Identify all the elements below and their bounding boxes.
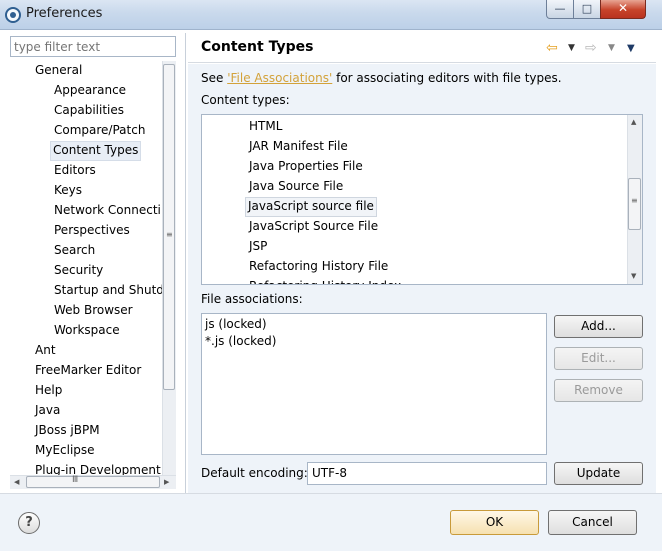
scroll-right-icon[interactable]: ▶	[164, 478, 169, 486]
tree-item-security[interactable]: Security	[52, 261, 105, 279]
preference-tree: General Appearance Capabilities Compare/…	[10, 61, 162, 478]
update-button[interactable]: Update	[554, 462, 643, 485]
window-title: Preferences	[26, 6, 103, 21]
remove-button[interactable]: Remove	[554, 379, 643, 402]
back-dropdown-icon[interactable]: ▼	[568, 43, 575, 53]
tree-item-myeclipse[interactable]: MyEclipse	[33, 441, 97, 459]
file-associations-hint: See 'File Associations' for associating …	[201, 71, 562, 85]
tree-item-freemarker-editor[interactable]: FreeMarker Editor	[33, 361, 143, 379]
edit-button[interactable]: Edit...	[554, 347, 643, 370]
tree-item-web-browser[interactable]: Web Browser	[52, 301, 135, 319]
cancel-button[interactable]: Cancel	[548, 510, 637, 535]
tree-item-jboss-jbpm[interactable]: JBoss jBPM	[33, 421, 102, 439]
forward-arrow-icon[interactable]: ⇨	[585, 40, 597, 56]
minimize-button[interactable]: —	[546, 0, 574, 19]
tree-item-compare-patch[interactable]: Compare/Patch	[52, 121, 147, 139]
forward-dropdown-icon[interactable]: ▼	[608, 43, 615, 53]
tree-item-network-connections[interactable]: Network Connecti	[52, 201, 162, 219]
help-icon[interactable]: ?	[18, 512, 40, 534]
tree-item-capabilities[interactable]: Capabilities	[52, 101, 126, 119]
tree-item-help[interactable]: Help	[33, 381, 64, 399]
tree-item-perspectives[interactable]: Perspectives	[52, 221, 132, 239]
add-button[interactable]: Add...	[554, 315, 643, 338]
maximize-button[interactable]: □	[573, 0, 601, 19]
scroll-up-icon[interactable]: ▲	[631, 118, 636, 126]
file-association-item[interactable]: js (locked)	[205, 316, 267, 333]
tree-item-ant[interactable]: Ant	[33, 341, 58, 359]
scroll-down-icon[interactable]: ▼	[631, 272, 636, 280]
hint-suffix: for associating editors with file types.	[332, 71, 562, 85]
content-type-item[interactable]: Refactoring History File	[247, 257, 390, 275]
file-associations-link[interactable]: 'File Associations'	[227, 71, 332, 85]
content-types-label: Content types:	[201, 93, 290, 107]
tree-item-workspace[interactable]: Workspace	[52, 321, 122, 339]
content-type-item[interactable]: JAR Manifest File	[247, 137, 350, 155]
content-type-item[interactable]: Java Properties File	[247, 157, 365, 175]
page-title: Content Types	[201, 39, 314, 55]
content-type-item-selected[interactable]: JavaScript source file	[245, 197, 377, 217]
filter-input[interactable]	[10, 36, 176, 57]
grip-icon: Ⅲ	[72, 475, 79, 485]
grip-icon: ≡	[166, 230, 173, 239]
ok-button[interactable]: OK	[450, 510, 539, 535]
tree-horizontal-scroll-thumb[interactable]	[26, 476, 160, 488]
tree-item-search[interactable]: Search	[52, 241, 97, 259]
close-button[interactable]: ✕	[600, 0, 646, 19]
tree-item-editors[interactable]: Editors	[52, 161, 98, 179]
file-association-item[interactable]: *.js (locked)	[205, 333, 276, 350]
default-encoding-input[interactable]: UTF-8	[307, 462, 547, 485]
scroll-left-icon[interactable]: ◀	[14, 478, 19, 486]
content-type-item[interactable]: Java Source File	[247, 177, 345, 195]
hint-prefix: See	[201, 71, 228, 85]
view-menu-icon[interactable]: ▼	[627, 43, 635, 54]
file-associations-list: js (locked) *.js (locked)	[201, 313, 547, 455]
grip-icon: ≡	[631, 196, 638, 205]
eclipse-app-icon	[5, 7, 21, 23]
file-associations-label: File associations:	[201, 292, 303, 306]
tree-item-java[interactable]: Java	[33, 401, 62, 419]
back-arrow-icon[interactable]: ⇦	[546, 40, 558, 56]
tree-item-content-types[interactable]: Content Types	[50, 141, 142, 161]
content-types-tree: HTML JAR Manifest File Java Properties F…	[201, 114, 643, 285]
content-type-item[interactable]: HTML	[247, 117, 284, 135]
tree-vertical-scroll-thumb[interactable]	[163, 64, 175, 390]
tree-item-startup-shutdown[interactable]: Startup and Shutd	[52, 281, 162, 299]
default-encoding-label: Default encoding:	[201, 466, 308, 480]
tree-item-appearance[interactable]: Appearance	[52, 81, 128, 99]
content-type-item[interactable]: JavaScript Source File	[247, 217, 380, 235]
content-type-item[interactable]: Refactoring History Index	[247, 277, 403, 284]
tree-item-general[interactable]: General	[33, 61, 84, 79]
content-type-item[interactable]: JSP	[247, 237, 269, 255]
tree-item-keys[interactable]: Keys	[52, 181, 84, 199]
